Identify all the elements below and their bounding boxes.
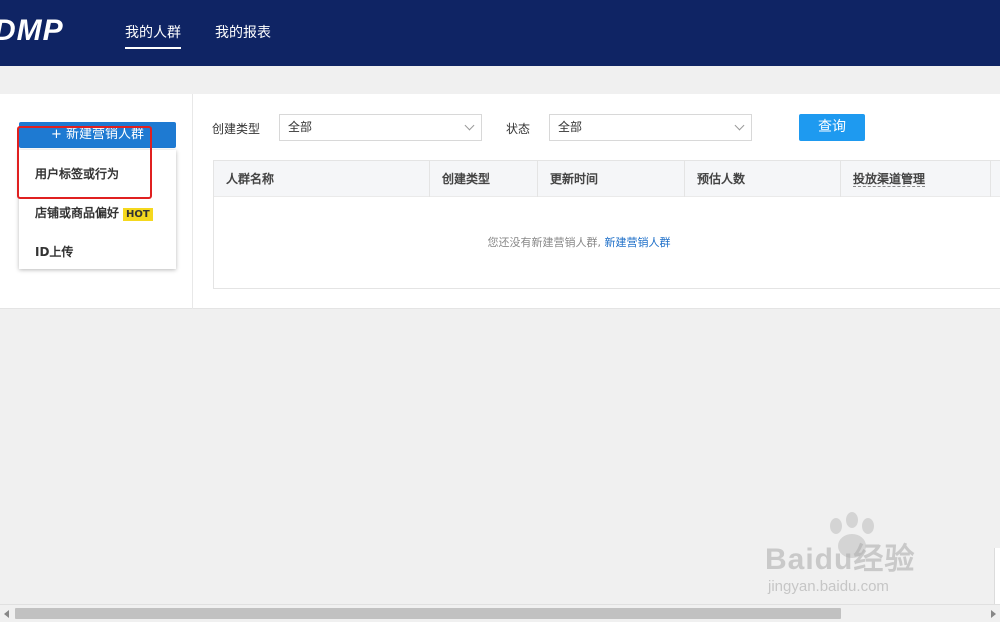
menu-item-user-tags[interactable]: 用户标签或行为 xyxy=(35,165,119,182)
watermark-url: jingyan.baidu.com xyxy=(768,578,889,595)
column-header-update-time: 更新时间 xyxy=(538,161,685,197)
chevron-down-icon xyxy=(734,120,745,131)
status-select[interactable]: 全部 xyxy=(549,114,752,141)
scrollbar-thumb[interactable] xyxy=(15,608,841,619)
status-label: 状态 xyxy=(506,122,531,136)
new-marketing-crowd-button[interactable]: + 新建营销人群 xyxy=(19,122,176,148)
query-button[interactable]: 查询 xyxy=(799,114,865,141)
sidebar-divider xyxy=(192,94,193,309)
menu-item-label: 店铺或商品偏好 xyxy=(35,206,120,220)
scroll-right-arrow-icon[interactable] xyxy=(991,610,996,618)
hot-badge: HOT xyxy=(123,208,153,221)
column-header-name: 人群名称 xyxy=(214,161,430,197)
horizontal-scrollbar[interactable] xyxy=(0,604,1000,622)
column-header-create-type: 创建类型 xyxy=(430,161,538,197)
table-header: 人群名称 创建类型 更新时间 预估人数 投放渠道管理 xyxy=(214,161,1000,197)
menu-item-label: ID上传 xyxy=(35,245,74,259)
top-header: DMP 我的人群 我的报表 xyxy=(0,0,1000,66)
empty-state-text: 您还没有新建营销人群, xyxy=(487,236,602,249)
chevron-down-icon xyxy=(464,120,475,131)
nav-my-crowds[interactable]: 我的人群 xyxy=(125,22,181,49)
create-type-select[interactable]: 全部 xyxy=(279,114,482,141)
menu-item-label: 用户标签或行为 xyxy=(35,167,120,181)
watermark-text: Baidu经验 xyxy=(765,543,916,576)
new-crowd-dropdown-menu: 用户标签或行为 店铺或商品偏好 HOT ID上传 xyxy=(19,150,176,269)
column-header-channel-management: 投放渠道管理 xyxy=(841,161,991,197)
menu-item-shop-preference[interactable]: 店铺或商品偏好 HOT xyxy=(35,204,153,221)
nav-my-reports[interactable]: 我的报表 xyxy=(215,22,271,42)
app-logo[interactable]: DMP xyxy=(0,14,64,48)
create-type-label: 创建类型 xyxy=(212,122,261,136)
crowd-table: 人群名称 创建类型 更新时间 预估人数 投放渠道管理 您还没有新建营销人群, 新… xyxy=(213,160,1000,289)
menu-item-id-upload[interactable]: ID上传 xyxy=(35,243,73,260)
new-crowd-link[interactable]: 新建营销人群 xyxy=(605,236,671,249)
empty-state-message: 您还没有新建营销人群, 新建营销人群 xyxy=(214,234,1000,250)
create-type-value: 全部 xyxy=(288,120,313,134)
side-panel-edge xyxy=(994,548,1000,604)
scroll-left-arrow-icon[interactable] xyxy=(4,610,9,618)
column-header-estimated-count: 预估人数 xyxy=(685,161,841,197)
status-value: 全部 xyxy=(558,120,583,134)
